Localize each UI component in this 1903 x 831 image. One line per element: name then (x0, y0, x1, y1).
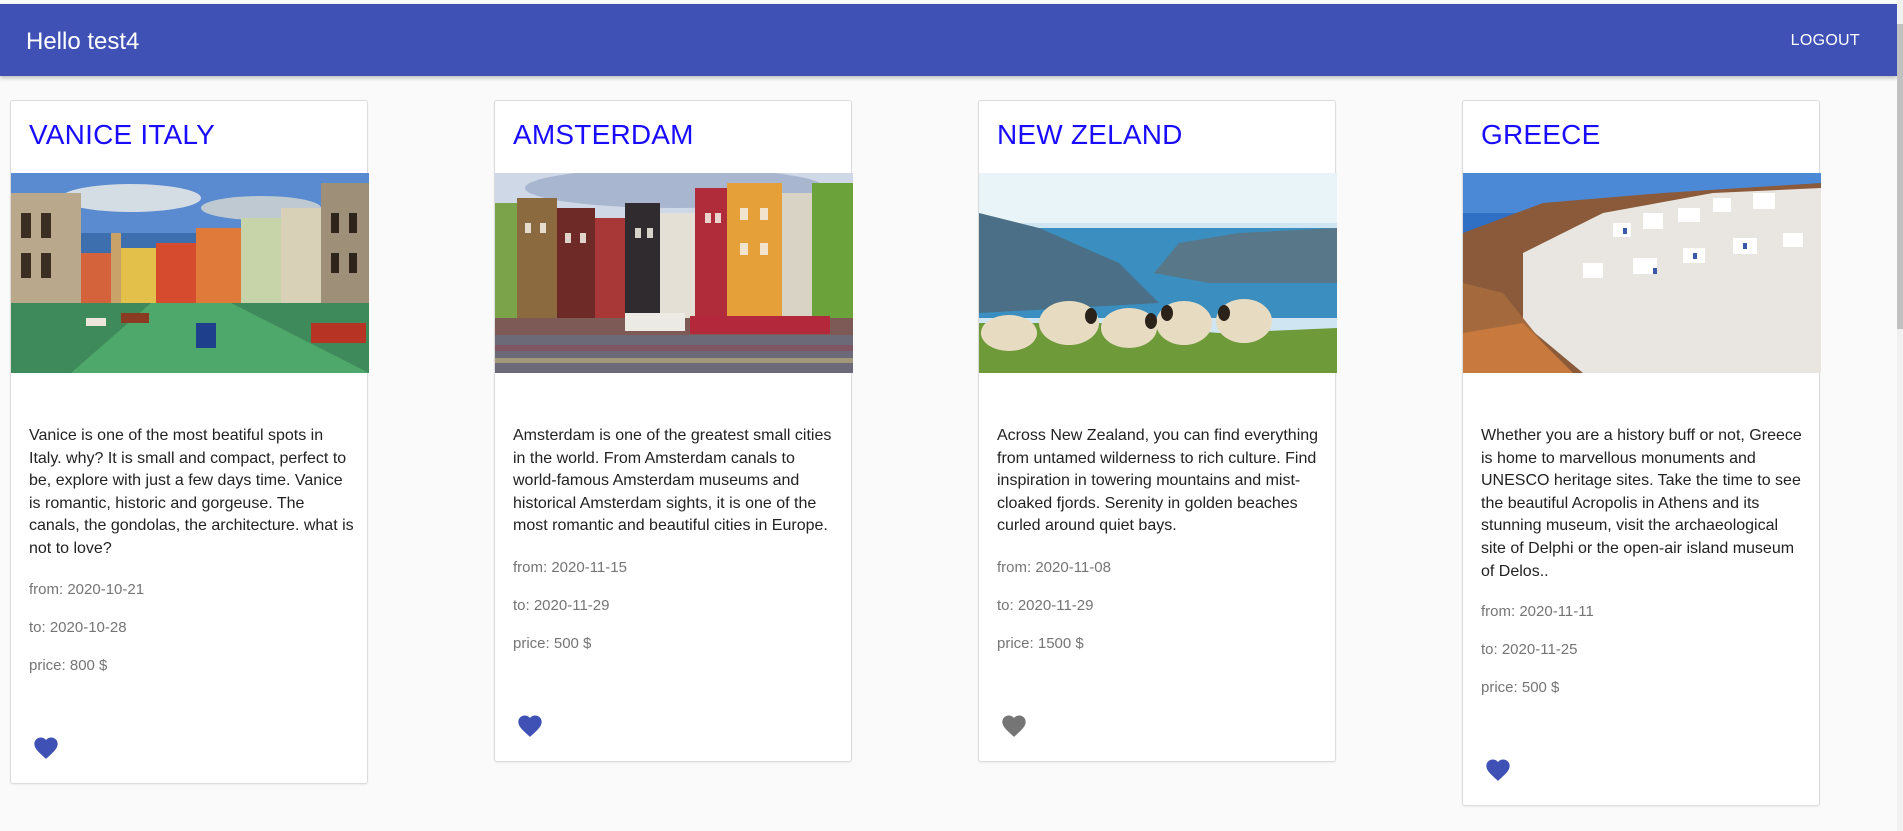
trip-price: price: 500 $ (1481, 679, 1560, 696)
trip-photo-greece (1463, 173, 1821, 373)
trip-card-new-zealand: NEW ZELAND Across New Zealand, you can f… (978, 100, 1337, 762)
app-bar: Hello test4 LOGOUT (0, 4, 1897, 76)
trip-price: price: 500 $ (513, 635, 592, 652)
trip-title[interactable]: NEW ZELAND (997, 119, 1183, 151)
trip-from-date: from: 2020-11-08 (997, 559, 1111, 576)
favorite-heart-icon[interactable] (999, 712, 1029, 740)
trip-description: Whether you are a history buff or not, G… (1481, 427, 1802, 580)
trip-to-date: to: 2020-11-29 (513, 597, 610, 614)
page-scrollbar[interactable] (1897, 0, 1903, 831)
trip-to-date: to: 2020-10-28 (29, 619, 127, 636)
trip-title[interactable]: GREECE (1481, 119, 1600, 151)
scrollbar-thumb[interactable] (1897, 24, 1903, 329)
trip-description: Vanice is one of the most beatiful spots… (29, 427, 354, 557)
trip-title[interactable]: VANICE ITALY (29, 119, 215, 151)
trip-from-date: from: 2020-11-15 (513, 559, 627, 576)
trip-from-date: from: 2020-11-11 (1481, 603, 1594, 620)
trip-to-date: to: 2020-11-25 (1481, 641, 1578, 658)
trip-price: price: 1500 $ (997, 635, 1084, 652)
trip-card-amsterdam: AMSTERDAM Amsterdam is one of the greate… (494, 100, 853, 762)
trip-photo-venice (11, 173, 369, 373)
trip-card-venice: VANICE ITALY Vanice is one of the most b… (10, 100, 369, 784)
favorite-heart-icon[interactable] (31, 734, 61, 762)
favorite-heart-icon[interactable] (1483, 756, 1513, 784)
favorite-heart-icon[interactable] (515, 712, 545, 740)
trip-price: price: 800 $ (29, 657, 108, 674)
trip-to-date: to: 2020-11-29 (997, 597, 1094, 614)
trip-card-greece: GREECE Whether you are a history buff or… (1462, 100, 1821, 806)
trip-from-date: from: 2020-10-21 (29, 581, 145, 598)
logout-button[interactable]: LOGOUT (1791, 32, 1860, 50)
trip-description: Amsterdam is one of the greatest small c… (513, 427, 832, 535)
trip-title[interactable]: AMSTERDAM (513, 119, 694, 151)
trip-description: Across New Zealand, you can find everyth… (997, 427, 1319, 535)
greeting-title: Hello test4 (26, 28, 140, 55)
trip-photo-amsterdam (495, 173, 853, 373)
trip-photo-new-zealand (979, 173, 1337, 373)
